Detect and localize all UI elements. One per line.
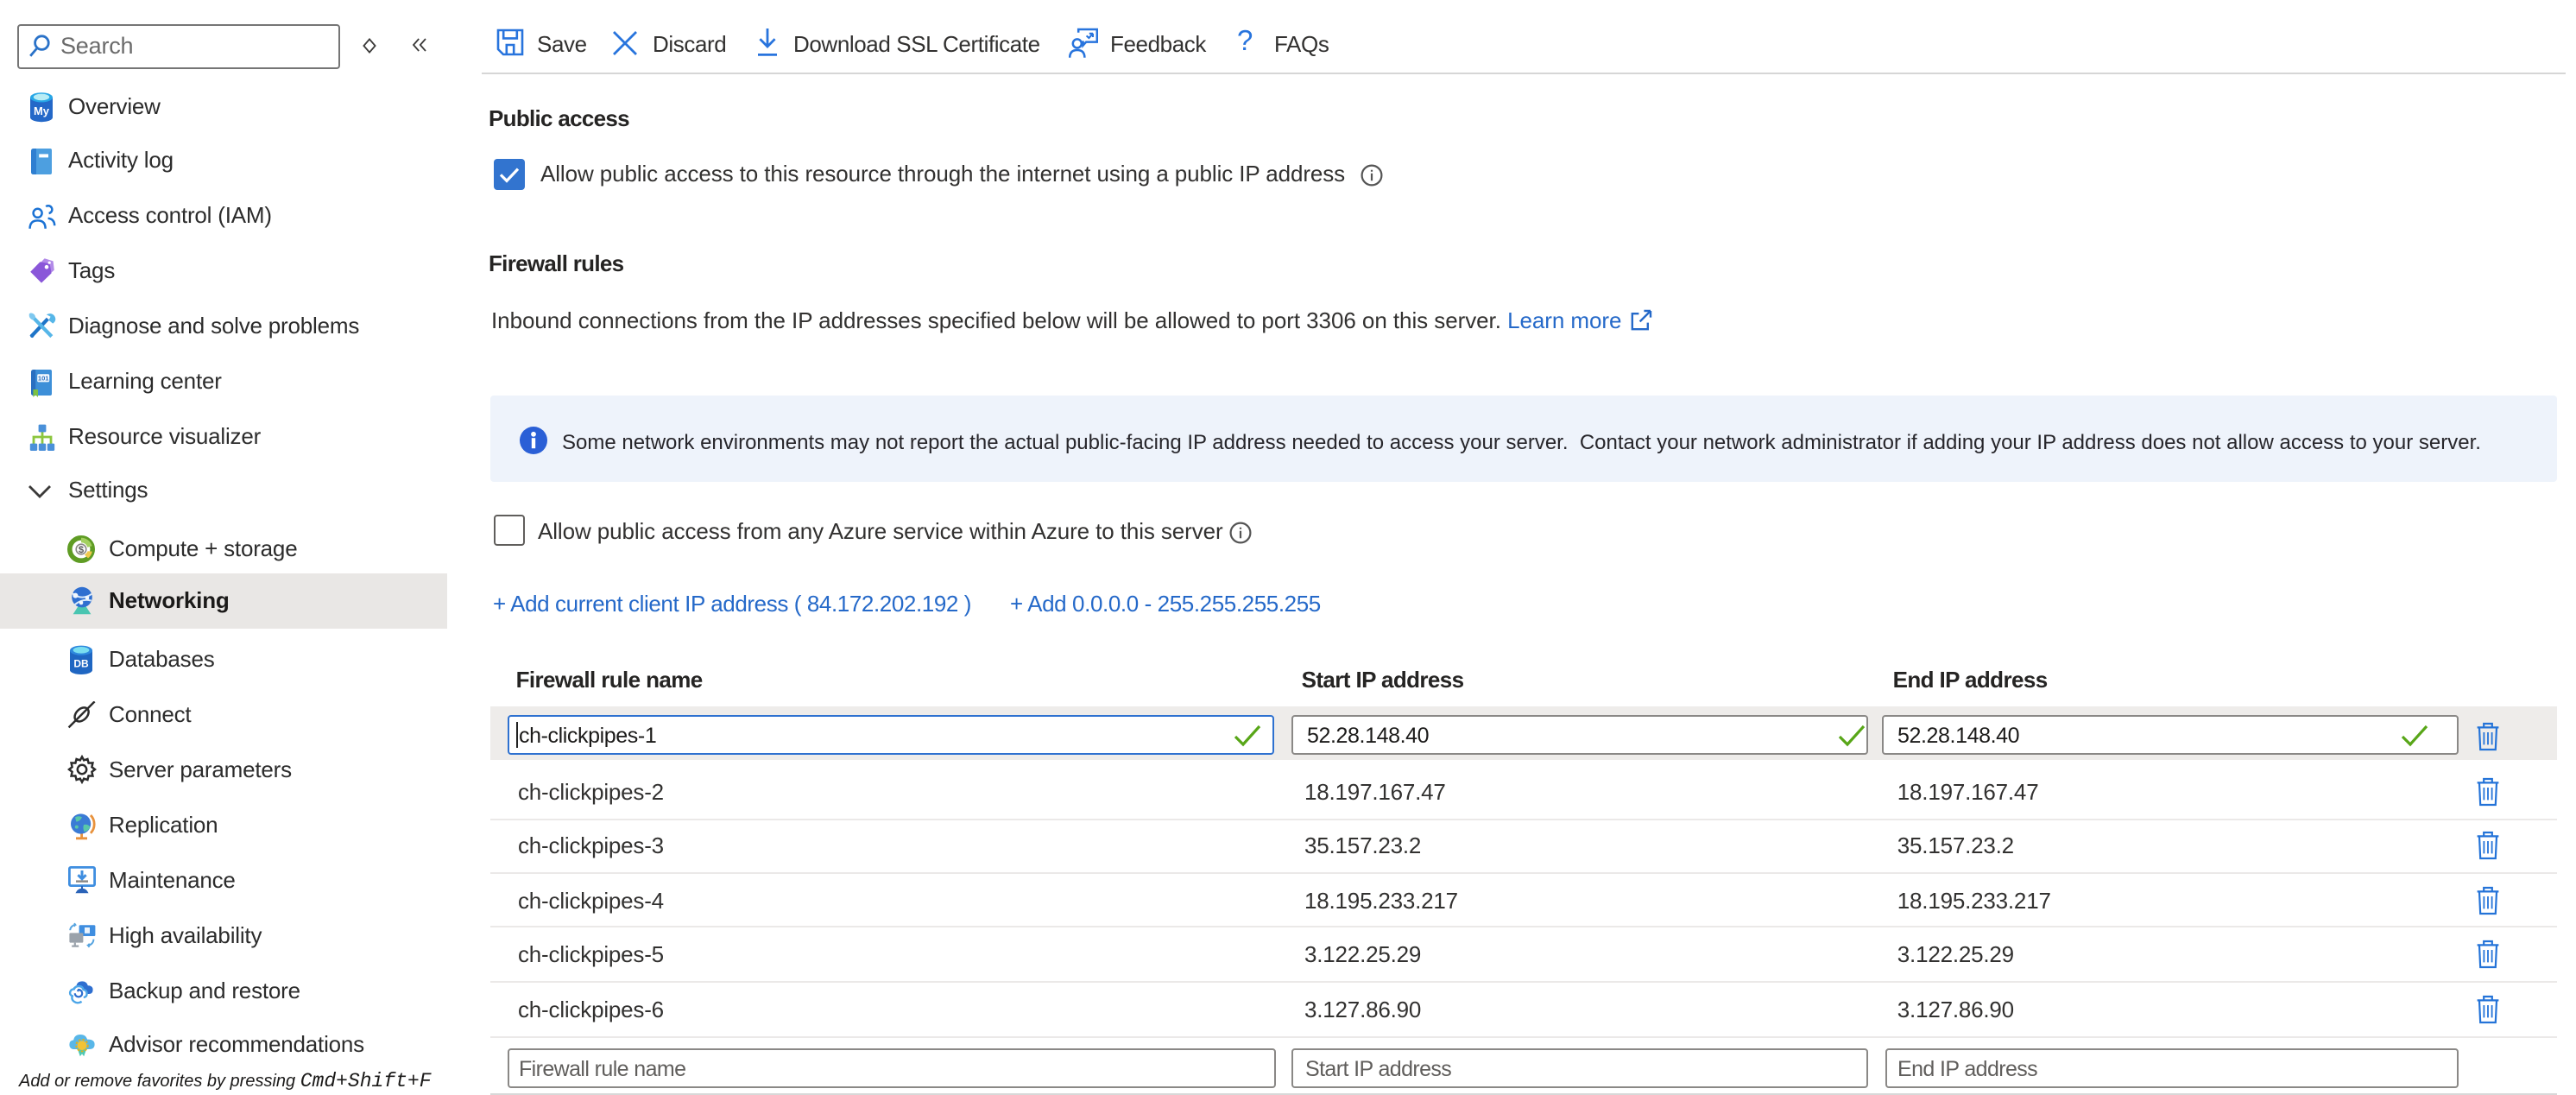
svg-text:101: 101 <box>38 374 49 382</box>
svg-text:$: $ <box>78 544 84 554</box>
svg-text:My: My <box>33 104 49 117</box>
svg-text:DB: DB <box>73 656 88 668</box>
